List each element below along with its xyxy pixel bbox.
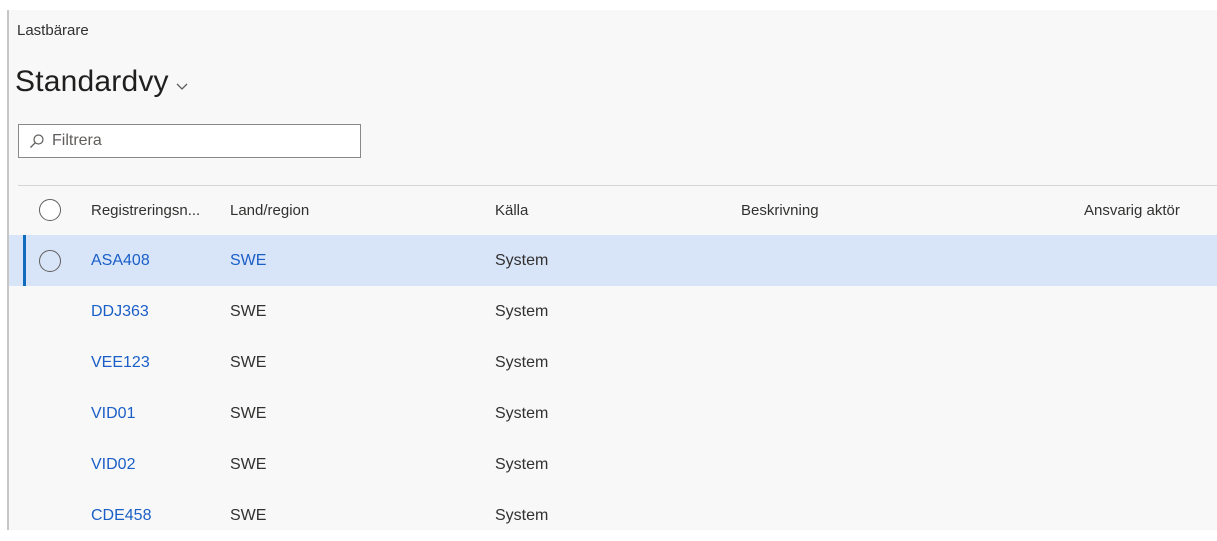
chevron-down-icon [176,83,188,90]
country-cell: SWE [230,353,267,371]
source-cell: System [495,353,549,371]
table-row[interactable]: VID02 SWE System [9,439,1217,490]
registration-link[interactable]: DDJ363 [91,303,149,321]
source-cell: System [495,302,549,320]
source-cell: System [495,251,549,269]
column-header-responsible[interactable]: Ansvarig aktör [1084,202,1180,219]
registration-link[interactable]: VID02 [91,456,135,474]
grid-header-row: Registreringsn... Land/region Källa Besk… [9,185,1217,235]
breadcrumb[interactable]: Lastbärare [17,22,89,39]
filter-field[interactable] [18,124,361,158]
table-row[interactable]: DDJ363 SWE System [9,286,1217,337]
registration-link[interactable]: VID01 [91,405,135,423]
table-row[interactable]: ASA408 SWE System [9,235,1217,286]
search-icon [30,134,44,148]
country-cell: SWE [230,455,267,473]
country-cell: SWE [230,404,267,422]
table-row[interactable]: VEE123 SWE System [9,337,1217,388]
table-row[interactable]: VID01 SWE System [9,388,1217,439]
source-cell: System [495,455,549,473]
column-header-registration[interactable]: Registreringsn... [91,202,200,219]
select-all-radio[interactable] [39,199,61,221]
filter-input[interactable] [50,131,344,151]
source-cell: System [495,404,549,422]
row-select-radio[interactable] [39,249,61,272]
column-header-source[interactable]: Källa [495,202,528,219]
view-selector[interactable]: Standardvy [15,65,189,99]
registration-link[interactable]: VEE123 [91,354,150,372]
registration-link[interactable]: ASA408 [91,252,150,270]
registration-link[interactable]: CDE458 [91,507,151,525]
page-title: Standardvy [15,65,169,98]
country-cell: SWE [230,506,267,524]
data-grid: Registreringsn... Land/region Källa Besk… [9,185,1217,541]
column-header-description[interactable]: Beskrivning [741,202,819,219]
source-cell: System [495,506,549,524]
table-row[interactable]: CDE458 SWE System [9,490,1217,541]
column-header-country[interactable]: Land/region [230,202,309,219]
country-link[interactable]: SWE [230,252,266,270]
top-strip [0,0,1217,10]
country-cell: SWE [230,302,267,320]
